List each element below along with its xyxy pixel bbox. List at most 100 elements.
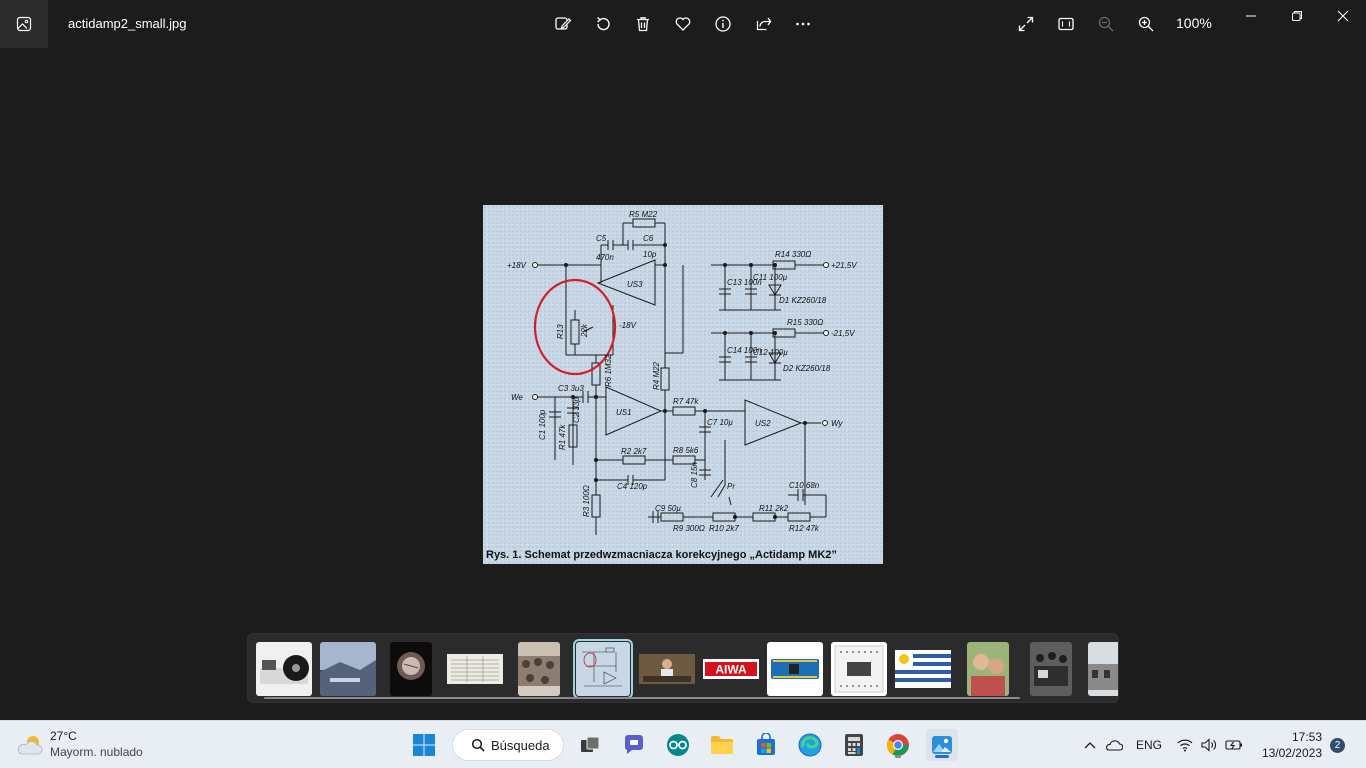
thumb-arduino-nano[interactable] [767,642,823,696]
file-explorer-button[interactable] [706,729,738,761]
thumb-document[interactable] [447,642,503,696]
calculator-button[interactable] [838,729,870,761]
label-c12: C12 100µ [753,348,788,357]
zoom-out-icon [1098,16,1114,32]
label-c9: C9 50µ [655,504,681,513]
label-r1: R1 47k [558,424,567,450]
label-c8: C8 15n [690,462,699,488]
label-wy: Wy [831,419,844,428]
red-highlight-circle [533,278,617,376]
thumb-landscape[interactable] [320,642,376,696]
taskbar-search[interactable]: Búsqueda [452,729,564,761]
schematic-drawing: R5 M22 C5 C6 470n 10p +18V US3 R13 22k -… [507,210,857,535]
label-r7: R7 47k [673,397,699,406]
share-icon [756,17,772,31]
wifi-button[interactable] [1175,729,1195,761]
edit-image-button[interactable] [551,12,575,36]
search-label: Búsqueda [491,737,550,753]
filmstrip-scrollbar[interactable] [264,697,1020,699]
label-c10: C10 68n [789,481,820,490]
photos-app-icon[interactable] [0,0,48,48]
thumb-building[interactable] [1088,642,1118,696]
label-r5: R5 M22 [629,210,658,219]
label-pr: Pr [727,482,735,491]
notification-badge[interactable]: 2 [1330,738,1345,753]
label-c5-value: 470n [596,253,614,262]
chevron-up-icon [1084,742,1096,749]
edge-browser-button[interactable] [794,729,826,761]
weather-description: Mayorm. nublado [50,745,143,759]
volume-button[interactable] [1199,729,1219,761]
thumb-uruguay-flag[interactable] [895,642,951,696]
wifi-icon [1177,739,1193,752]
weather-widget[interactable]: 27°C Mayorm. nublado [0,721,160,768]
show-hidden-icons-button[interactable] [1080,729,1100,761]
clock[interactable]: 17:53 13/02/2023 [1252,721,1322,768]
chat-app-button[interactable] [618,729,650,761]
cloudy-weather-icon [17,736,43,755]
label-c3: C3 3u3 [558,384,584,393]
thumbnail-image [576,642,630,696]
thumb-aiwa-logo[interactable]: AIWA [703,642,759,696]
rotate-button[interactable] [591,12,615,36]
arduino-ide-button[interactable] [662,729,694,761]
close-button[interactable] [1333,6,1353,26]
taskbar: 27°C Mayorm. nublado Búsqueda ENG 17:53 … [0,720,1366,768]
info-button[interactable] [711,12,735,36]
fit-to-window-button[interactable] [1054,12,1078,36]
label-r8: R8 5k6 [673,446,699,455]
task-view-button[interactable] [574,729,606,761]
full-screen-button[interactable] [1014,12,1038,36]
image-caption: Rys. 1. Schemat przedwzmacniacza korekcy… [486,549,837,561]
thumb-old-group-photo[interactable] [1030,642,1072,696]
thumb-women[interactable] [967,642,1009,696]
filmstrip: AIWA [247,633,1119,703]
chrome-browser-button[interactable] [882,729,914,761]
speaker-icon [1201,738,1216,752]
thumbnail-image [895,642,951,696]
minimize-button[interactable] [1241,6,1261,26]
thumbnail-image: AIWA [703,642,759,696]
thumb-turntable[interactable] [256,642,312,696]
chat-icon [624,735,643,754]
thumb-person-desk[interactable] [639,642,695,696]
label-r15: R15 330Ω [787,318,823,327]
thumbnail-image [390,642,432,696]
more-options-button[interactable] [791,12,815,36]
thumb-lens[interactable] [390,642,432,696]
favorite-button[interactable] [671,12,695,36]
active-window-indicator [935,755,949,758]
label-c6: C6 [643,234,654,243]
zoom-in-button[interactable] [1134,12,1158,36]
running-indicator [895,755,901,758]
photos-icon [932,736,952,754]
thumbnail-image [320,642,376,696]
clock-date: 13/02/2023 [1261,746,1322,760]
thumb-breadboard[interactable] [831,642,887,696]
language-indicator[interactable]: ENG [1136,738,1162,752]
zoom-level[interactable]: 100% [1176,15,1212,31]
label-r10: R10 2k7 [709,524,739,533]
microsoft-store-button[interactable] [750,729,782,761]
thumb-crowd[interactable] [518,642,560,696]
photos-app-button[interactable] [926,729,958,761]
battery-button[interactable] [1223,729,1245,761]
label-d2: D2 KZ260/18 [783,364,831,373]
start-button[interactable] [408,729,440,761]
onedrive-button[interactable] [1103,729,1125,761]
label-plus18v: +18V [507,261,527,270]
label-c2: C2 33p [572,397,581,423]
calculator-icon [845,734,863,756]
folder-icon [711,736,733,754]
restore-button[interactable] [1287,6,1307,26]
displayed-image[interactable]: R5 M22 C5 C6 470n 10p +18V US3 R13 22k -… [483,205,883,564]
zoom-out-button[interactable] [1094,12,1118,36]
file-name: actidamp2_small.jpg [68,16,187,31]
share-button[interactable] [751,12,775,36]
zoom-in-icon [1138,16,1154,32]
fit-window-icon [1058,17,1074,31]
thumb-schematic[interactable] [573,639,633,699]
label-r6: R6 1M32 [604,354,613,387]
delete-button[interactable] [631,12,655,36]
thumbnail-image [831,642,887,696]
